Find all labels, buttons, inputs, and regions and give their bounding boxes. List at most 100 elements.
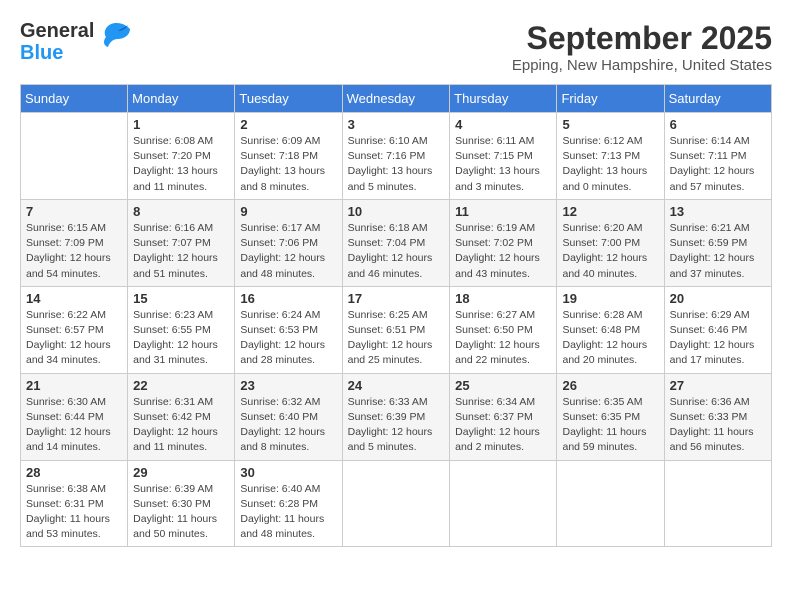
calendar-cell: 3Sunrise: 6:10 AM Sunset: 7:16 PM Daylig…: [342, 113, 450, 200]
day-number: 26: [562, 378, 658, 393]
calendar-cell: 28 Sunrise: 6:38 AM Sunset: 6:31 PM Dayli…: [21, 460, 128, 547]
calendar-cell: [664, 460, 771, 547]
day-number: 10: [348, 204, 445, 219]
day-info: Sunrise: 6:09 AM Sunset: 7:18 PM Dayligh…: [240, 134, 336, 195]
day-number: 4: [455, 117, 551, 132]
calendar-cell: 27 Sunrise: 6:36 AM Sunset: 6:33 PM Dayli…: [664, 373, 771, 460]
day-number: 18: [455, 291, 551, 306]
calendar-week-2: 7Sunrise: 6:15 AM Sunset: 7:09 PM Daylig…: [21, 199, 772, 286]
col-header-saturday: Saturday: [664, 85, 771, 113]
day-number: 11: [455, 204, 551, 219]
calendar-cell: 30 Sunrise: 6:40 AM Sunset: 6:28 PM Dayli…: [235, 460, 342, 547]
day-info: Sunrise: 6:22 AM Sunset: 6:57 PM Dayligh…: [26, 308, 122, 369]
col-header-tuesday: Tuesday: [235, 85, 342, 113]
calendar-cell: 24Sunrise: 6:33 AM Sunset: 6:39 PM Dayli…: [342, 373, 450, 460]
day-info: Sunrise: 6:29 AM Sunset: 6:46 PM Dayligh…: [670, 308, 766, 369]
day-number: 30: [240, 465, 336, 480]
day-info: Sunrise: 6:14 AM Sunset: 7:11 PM Dayligh…: [670, 134, 766, 195]
calendar-cell: 4 Sunrise: 6:11 AM Sunset: 7:15 PM Daylig…: [450, 113, 557, 200]
day-number: 1: [133, 117, 229, 132]
day-info: Sunrise: 6:34 AM Sunset: 6:37 PM Dayligh…: [455, 395, 551, 456]
day-number: 22: [133, 378, 229, 393]
calendar-cell: 23 Sunrise: 6:32 AM Sunset: 6:40 PM Dayli…: [235, 373, 342, 460]
calendar-cell: [557, 460, 664, 547]
calendar-cell: 19Sunrise: 6:28 AM Sunset: 6:48 PM Dayli…: [557, 286, 664, 373]
calendar-cell: 7Sunrise: 6:15 AM Sunset: 7:09 PM Daylig…: [21, 199, 128, 286]
calendar-week-3: 14Sunrise: 6:22 AM Sunset: 6:57 PM Dayli…: [21, 286, 772, 373]
day-number: 5: [562, 117, 658, 132]
calendar-cell: 17 Sunrise: 6:25 AM Sunset: 6:51 PM Dayli…: [342, 286, 450, 373]
calendar-cell: 16 Sunrise: 6:24 AM Sunset: 6:53 PM Dayli…: [235, 286, 342, 373]
page-header: General Blue September 2025 Epping, New …: [20, 20, 772, 74]
calendar-cell: 5 Sunrise: 6:12 AM Sunset: 7:13 PM Daylig…: [557, 113, 664, 200]
day-info: Sunrise: 6:27 AM Sunset: 6:50 PM Dayligh…: [455, 308, 551, 369]
day-number: 3: [348, 117, 445, 132]
day-number: 28: [26, 465, 122, 480]
day-number: 15: [133, 291, 229, 306]
day-info: Sunrise: 6:38 AM Sunset: 6:31 PM Dayligh…: [26, 482, 122, 543]
day-info: Sunrise: 6:20 AM Sunset: 7:00 PM Dayligh…: [562, 221, 658, 282]
day-info: Sunrise: 6:17 AM Sunset: 7:06 PM Dayligh…: [240, 221, 336, 282]
day-number: 16: [240, 291, 336, 306]
location: Epping, New Hampshire, United States: [512, 57, 772, 74]
day-number: 23: [240, 378, 336, 393]
day-info: Sunrise: 6:35 AM Sunset: 6:35 PM Dayligh…: [562, 395, 658, 456]
calendar-week-4: 21 Sunrise: 6:30 AM Sunset: 6:44 PM Dayli…: [21, 373, 772, 460]
calendar-cell: 2 Sunrise: 6:09 AM Sunset: 7:18 PM Daylig…: [235, 113, 342, 200]
day-number: 2: [240, 117, 336, 132]
calendar-cell: 8 Sunrise: 6:16 AM Sunset: 7:07 PM Daylig…: [128, 199, 235, 286]
day-number: 17: [348, 291, 445, 306]
day-number: 27: [670, 378, 766, 393]
day-info: Sunrise: 6:39 AM Sunset: 6:30 PM Dayligh…: [133, 482, 229, 543]
day-info: Sunrise: 6:15 AM Sunset: 7:09 PM Dayligh…: [26, 221, 122, 282]
calendar-cell: 12 Sunrise: 6:20 AM Sunset: 7:00 PM Dayli…: [557, 199, 664, 286]
day-info: Sunrise: 6:24 AM Sunset: 6:53 PM Dayligh…: [240, 308, 336, 369]
calendar-cell: 26 Sunrise: 6:35 AM Sunset: 6:35 PM Dayli…: [557, 373, 664, 460]
day-number: 20: [670, 291, 766, 306]
col-header-friday: Friday: [557, 85, 664, 113]
day-number: 12: [562, 204, 658, 219]
day-info: Sunrise: 6:31 AM Sunset: 6:42 PM Dayligh…: [133, 395, 229, 456]
day-info: Sunrise: 6:25 AM Sunset: 6:51 PM Dayligh…: [348, 308, 445, 369]
calendar-cell: [342, 460, 450, 547]
day-number: 9: [240, 204, 336, 219]
calendar-cell: 22 Sunrise: 6:31 AM Sunset: 6:42 PM Dayli…: [128, 373, 235, 460]
day-info: Sunrise: 6:23 AM Sunset: 6:55 PM Dayligh…: [133, 308, 229, 369]
col-header-thursday: Thursday: [450, 85, 557, 113]
col-header-sunday: Sunday: [21, 85, 128, 113]
day-info: Sunrise: 6:11 AM Sunset: 7:15 PM Dayligh…: [455, 134, 551, 195]
calendar-cell: 15 Sunrise: 6:23 AM Sunset: 6:55 PM Dayli…: [128, 286, 235, 373]
day-number: 13: [670, 204, 766, 219]
day-info: Sunrise: 6:36 AM Sunset: 6:33 PM Dayligh…: [670, 395, 766, 456]
day-number: 8: [133, 204, 229, 219]
day-info: Sunrise: 6:28 AM Sunset: 6:48 PM Dayligh…: [562, 308, 658, 369]
day-number: 21: [26, 378, 122, 393]
day-info: Sunrise: 6:08 AM Sunset: 7:20 PM Dayligh…: [133, 134, 229, 195]
day-number: 25: [455, 378, 551, 393]
col-header-wednesday: Wednesday: [342, 85, 450, 113]
month-title: September 2025: [512, 20, 772, 57]
day-number: 29: [133, 465, 229, 480]
day-number: 6: [670, 117, 766, 132]
calendar-header-row: SundayMondayTuesdayWednesdayThursdayFrid…: [21, 85, 772, 113]
calendar-cell: 18 Sunrise: 6:27 AM Sunset: 6:50 PM Dayli…: [450, 286, 557, 373]
calendar-cell: 1 Sunrise: 6:08 AM Sunset: 7:20 PM Daylig…: [128, 113, 235, 200]
day-info: Sunrise: 6:18 AM Sunset: 7:04 PM Dayligh…: [348, 221, 445, 282]
calendar-cell: 25 Sunrise: 6:34 AM Sunset: 6:37 PM Dayli…: [450, 373, 557, 460]
day-info: Sunrise: 6:16 AM Sunset: 7:07 PM Dayligh…: [133, 221, 229, 282]
calendar-cell: [450, 460, 557, 547]
day-info: Sunrise: 6:32 AM Sunset: 6:40 PM Dayligh…: [240, 395, 336, 456]
calendar-cell: [21, 113, 128, 200]
logo: General Blue: [20, 20, 134, 64]
calendar-cell: 13Sunrise: 6:21 AM Sunset: 6:59 PM Dayli…: [664, 199, 771, 286]
day-info: Sunrise: 6:33 AM Sunset: 6:39 PM Dayligh…: [348, 395, 445, 456]
col-header-monday: Monday: [128, 85, 235, 113]
day-info: Sunrise: 6:40 AM Sunset: 6:28 PM Dayligh…: [240, 482, 336, 543]
calendar-week-1: 1 Sunrise: 6:08 AM Sunset: 7:20 PM Daylig…: [21, 113, 772, 200]
logo-bird-icon: [98, 17, 134, 60]
day-info: Sunrise: 6:30 AM Sunset: 6:44 PM Dayligh…: [26, 395, 122, 456]
logo-blue: Blue: [20, 42, 94, 64]
calendar-cell: 20 Sunrise: 6:29 AM Sunset: 6:46 PM Dayli…: [664, 286, 771, 373]
calendar-week-5: 28 Sunrise: 6:38 AM Sunset: 6:31 PM Dayli…: [21, 460, 772, 547]
day-info: Sunrise: 6:12 AM Sunset: 7:13 PM Dayligh…: [562, 134, 658, 195]
